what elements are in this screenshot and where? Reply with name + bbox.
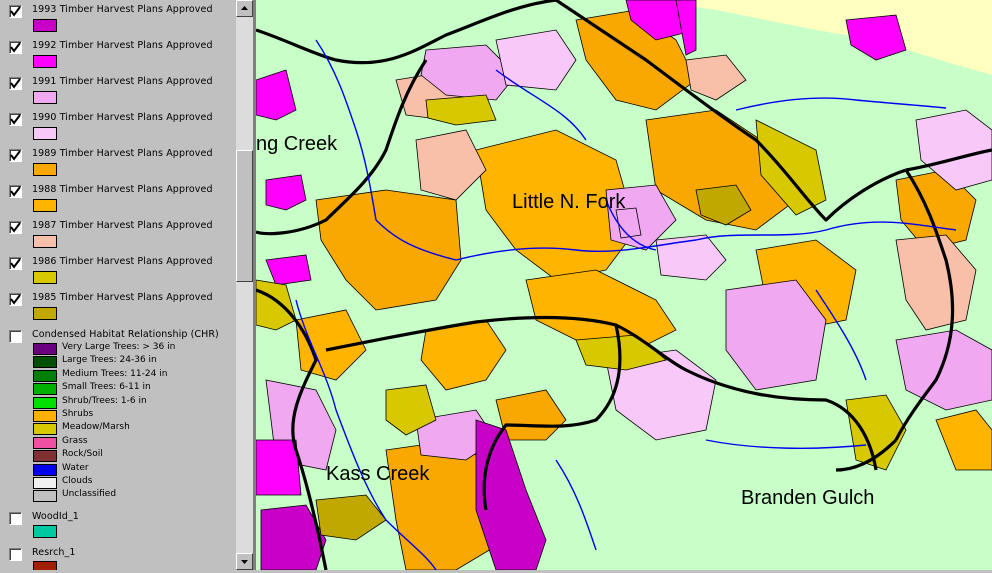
checkmark-icon	[10, 78, 21, 89]
layer-color-swatch	[33, 91, 57, 104]
layer-name: 1990 Timber Harvest Plans Approved	[32, 112, 213, 123]
label-ng-creek: ng Creek	[256, 133, 338, 155]
chr-class-label: Meadow/Marsh	[62, 422, 130, 433]
chr-class-swatch	[33, 436, 57, 449]
layer-color-swatch	[33, 525, 57, 538]
layer-name: WoodId_1	[32, 511, 79, 522]
layer-visibility-checkbox[interactable]	[9, 77, 22, 90]
chr-class-label: Shrubs	[62, 409, 94, 419]
chr-class-swatch	[33, 490, 57, 503]
layer-thp-5: 1988 Timber Harvest Plans Approved	[0, 179, 236, 215]
chr-class-swatch	[33, 463, 57, 476]
layer-color-swatch	[33, 55, 57, 68]
checkmark-icon	[10, 294, 21, 305]
layer-visibility-checkbox[interactable]	[9, 185, 22, 198]
harvest-plan-polygon	[425, 94, 497, 126]
arrow-up-icon	[241, 6, 248, 10]
layer-thp-0: 1993 Timber Harvest Plans Approved	[0, 0, 236, 35]
layer-color-swatch	[33, 235, 57, 248]
chr-class-label: Clouds	[62, 476, 93, 486]
chr-class-label: Rock/Soil	[62, 449, 103, 460]
checkmark-icon	[10, 186, 21, 197]
layer-visibility-checkbox[interactable]	[9, 5, 22, 18]
layer-color-swatch	[33, 163, 57, 176]
chr-class-swatch	[33, 396, 57, 409]
layer-visibility-checkbox[interactable]	[9, 512, 22, 525]
arrow-down-icon	[241, 560, 248, 564]
label-branden-gulch: Branden Gulch	[741, 487, 874, 509]
layer-name: 1985 Timber Harvest Plans Approved	[32, 292, 213, 303]
checkmark-icon	[10, 222, 21, 233]
chr-class-swatch	[33, 450, 57, 463]
checkmark-icon	[10, 114, 21, 125]
layer-color-swatch	[33, 561, 57, 570]
map-canvas[interactable]: ng Creek Little N. Fork Kass Creek Brand…	[256, 0, 992, 570]
layer-name: 1991 Timber Harvest Plans Approved	[32, 76, 213, 87]
label-little-n-fork: Little N. Fork	[512, 191, 626, 213]
chr-class-label: Unclassified	[62, 489, 117, 500]
layer-thp-4: 1989 Timber Harvest Plans Approved	[0, 143, 236, 179]
scroll-up-button[interactable]	[236, 0, 253, 17]
layer-visibility-checkbox[interactable]	[9, 257, 22, 270]
chr-class-swatch	[33, 343, 57, 355]
label-kass-creek: Kass Creek	[326, 463, 430, 485]
chr-class-swatch	[33, 477, 57, 489]
layer-name: Condensed Habitat Relationship (CHR)	[32, 329, 219, 340]
chr-class-swatch	[33, 410, 57, 422]
layer-visibility-checkbox[interactable]	[9, 293, 22, 306]
chr-class-label: Shrub/Trees: 1-6 in	[62, 395, 147, 406]
layer-visibility-checkbox[interactable]	[9, 548, 22, 561]
legend-panel: 1993 Timber Harvest Plans Approved 1992 …	[0, 0, 236, 570]
chr-class-label: Large Trees: 24-36 in	[62, 355, 157, 366]
chr-class-swatch	[33, 383, 57, 396]
checkmark-icon	[10, 6, 21, 17]
layer-thp-2: 1991 Timber Harvest Plans Approved	[0, 71, 236, 107]
layer-name: 1989 Timber Harvest Plans Approved	[32, 148, 213, 159]
layer-name: 1987 Timber Harvest Plans Approved	[32, 220, 213, 231]
layer-color-swatch	[33, 307, 57, 320]
layer-color-swatch	[33, 271, 57, 284]
layer-thp-7: 1986 Timber Harvest Plans Approved	[0, 251, 236, 287]
layer-resrch: Resrch_1	[0, 545, 236, 570]
layer-woodid: WoodId_1	[0, 509, 236, 545]
layer-color-swatch	[33, 19, 57, 32]
scroll-down-button[interactable]	[236, 553, 253, 570]
checkmark-icon	[10, 258, 21, 269]
legend-scrollbar[interactable]	[236, 0, 253, 570]
chr-class-swatch	[33, 356, 57, 369]
chr-class-swatch	[33, 369, 57, 382]
checkmark-icon	[10, 150, 21, 161]
layer-color-swatch	[33, 199, 57, 212]
layer-visibility-checkbox[interactable]	[9, 330, 22, 343]
layer-color-swatch	[33, 127, 57, 140]
layer-thp-6: 1987 Timber Harvest Plans Approved	[0, 215, 236, 251]
chr-class-label: Very Large Trees: > 36 in	[62, 342, 176, 352]
layer-thp-8: 1985 Timber Harvest Plans Approved	[0, 287, 236, 323]
chr-class-label: Medium Trees: 11-24 in	[62, 368, 168, 379]
layer-name: 1992 Timber Harvest Plans Approved	[32, 40, 213, 51]
chr-class-label: Grass	[62, 435, 88, 446]
chr-class-swatch	[33, 423, 57, 436]
chr-class-label: Small Trees: 6-11 in	[62, 382, 151, 393]
chr-class-label: Water	[62, 462, 89, 473]
layer-name: 1993 Timber Harvest Plans Approved	[32, 4, 213, 15]
layer-visibility-checkbox[interactable]	[9, 149, 22, 162]
checkmark-icon	[10, 42, 21, 53]
layer-name: 1988 Timber Harvest Plans Approved	[32, 184, 213, 195]
layer-thp-3: 1990 Timber Harvest Plans Approved	[0, 107, 236, 143]
layer-name: Resrch_1	[32, 547, 76, 558]
layer-visibility-checkbox[interactable]	[9, 221, 22, 234]
layer-name: 1986 Timber Harvest Plans Approved	[32, 256, 213, 267]
scroll-thumb[interactable]	[236, 150, 253, 282]
layer-visibility-checkbox[interactable]	[9, 113, 22, 126]
layer-visibility-checkbox[interactable]	[9, 41, 22, 54]
layer-thp-1: 1992 Timber Harvest Plans Approved	[0, 35, 236, 71]
